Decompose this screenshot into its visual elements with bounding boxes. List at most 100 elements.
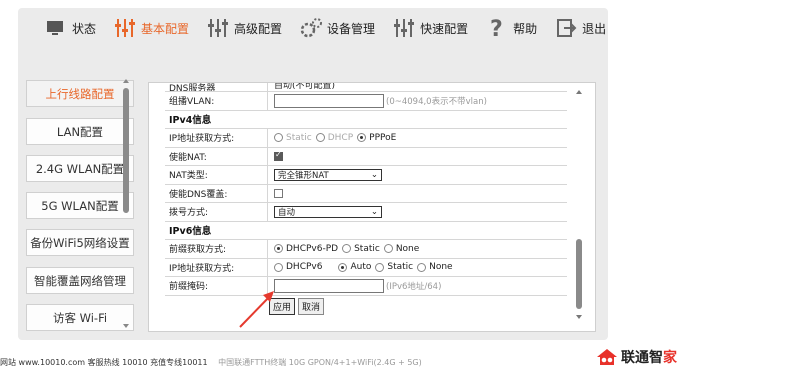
- sidebar-item-uplink[interactable]: 上行线路配置: [26, 80, 134, 107]
- scroll-thumb[interactable]: [123, 88, 129, 213]
- row-multicast-vlan: 组播VLAN: (0~4094,0表示不带vlan): [165, 92, 567, 111]
- field-value: 自动(不可配置): [274, 83, 336, 91]
- sidebar-item-label: 上行线路配置: [45, 86, 115, 101]
- field-label: 使能NAT:: [165, 147, 268, 165]
- footer-contact: 网站 www.10010.com 客服热线 10010 充值专线10011: [0, 358, 208, 367]
- radio-button[interactable]: [357, 133, 367, 143]
- field-label: 使能DNS覆盖:: [165, 184, 268, 202]
- field-label: IP地址获取方式:: [165, 258, 268, 276]
- nav-device-management-label: 设备管理: [327, 21, 376, 36]
- radio-button[interactable]: [342, 244, 352, 254]
- wan-form: DNS服务器 自动(不可配置) 组播VLAN: (0~4094,0表示不带vla…: [165, 83, 567, 318]
- row-ipv4-mode: IP地址获取方式: Static DHCP PPPoE: [165, 129, 567, 148]
- ipv4-section-title: IPv4信息: [165, 110, 567, 129]
- multicast-vlan-hint: (0~4094,0表示不带vlan): [386, 96, 487, 107]
- sliders-icon: [115, 19, 136, 37]
- dial-mode-select[interactable]: 自动 ⌄: [274, 205, 382, 218]
- sidebar-item-guest-wifi[interactable]: 访客 Wi-Fi: [26, 304, 134, 331]
- radio-prefix-static[interactable]: Static: [342, 244, 380, 254]
- nav-status[interactable]: 状态: [45, 17, 96, 39]
- nav-advanced-config[interactable]: 高级配置: [207, 17, 282, 39]
- nav-advanced-config-label: 高级配置: [234, 21, 283, 36]
- chevron-down-icon: ⌄: [370, 169, 378, 180]
- sidebar-item-wlan24[interactable]: 2.4G WLAN配置: [26, 155, 134, 182]
- sliders-icon: [208, 19, 229, 37]
- prefix-mask-hint: (IPv6地址/64): [386, 281, 442, 292]
- scroll-thumb[interactable]: [576, 239, 582, 309]
- radio-button[interactable]: [338, 262, 348, 272]
- sidebar-item-mesh[interactable]: 智能覆盖网络管理: [26, 267, 134, 294]
- row-ipv6-mode: IP地址获取方式: DHCPv6 Auto Static None: [165, 258, 567, 277]
- question-icon: ?: [490, 17, 503, 39]
- radio-dhcp[interactable]: DHCP: [315, 132, 354, 143]
- radio-ipv6-static[interactable]: Static: [375, 262, 413, 272]
- button-row: 应用 取消: [165, 296, 567, 318]
- cut-row: DNS服务器 自动(不可配置): [165, 83, 567, 92]
- nav-quick-config-label: 快速配置: [420, 21, 469, 36]
- nav-exit[interactable]: 退出: [555, 17, 606, 39]
- sidebar-item-label: 智能覆盖网络管理: [34, 273, 126, 288]
- radio-dhcpv6-pd[interactable]: DHCPv6-PD: [274, 244, 338, 254]
- nav-quick-config[interactable]: 快速配置: [393, 17, 468, 39]
- row-prefix-mode: 前缀获取方式: DHCPv6-PD Static None: [165, 240, 567, 259]
- exit-icon: [557, 19, 577, 37]
- sidebar-item-wlan5[interactable]: 5G WLAN配置: [26, 192, 134, 219]
- field-label: 前缀获取方式:: [165, 240, 268, 258]
- radio-pppoe[interactable]: PPPoE: [357, 133, 396, 143]
- dns-override-checkbox[interactable]: [274, 188, 283, 198]
- nav-device-management[interactable]: 设备管理: [300, 17, 375, 39]
- radio-label: Static: [354, 243, 380, 254]
- scroll-down-icon[interactable]: [576, 315, 582, 319]
- radio-button[interactable]: [315, 133, 325, 143]
- sidebar-item-lan[interactable]: LAN配置: [26, 118, 134, 145]
- radio-ipv6-none[interactable]: None: [417, 262, 453, 272]
- sidebar-item-label: 访客 Wi-Fi: [52, 310, 108, 325]
- scroll-up-icon[interactable]: [576, 90, 582, 94]
- nat-enable-checkbox[interactable]: [274, 150, 283, 161]
- sidebar-scrollbar[interactable]: [121, 76, 131, 332]
- radio-label: DHCPv6: [286, 262, 323, 273]
- nav-help[interactable]: ? 帮助: [486, 17, 537, 39]
- cancel-button[interactable]: 取消: [298, 298, 325, 315]
- apply-button[interactable]: 应用: [269, 298, 296, 315]
- radio-label: Static: [286, 132, 312, 143]
- scroll-down-icon[interactable]: [123, 324, 129, 328]
- nav-status-label: 状态: [72, 21, 97, 36]
- content-frame: DNS服务器 自动(不可配置) 组播VLAN: (0~4094,0表示不带vla…: [148, 82, 596, 332]
- radio-button[interactable]: [375, 262, 385, 272]
- field-label: DNS服务器: [165, 83, 268, 91]
- sidebar-item-label: 2.4G WLAN配置: [35, 161, 125, 176]
- content-scrollbar[interactable]: [574, 86, 584, 322]
- nav-basic-config[interactable]: 基本配置: [114, 17, 189, 39]
- sidebar-item-label: LAN配置: [56, 124, 104, 139]
- unicom-logo-icon: [597, 349, 617, 365]
- scroll-up-icon[interactable]: [123, 79, 129, 83]
- footer: 网站 www.10010.com 客服热线 10010 充值专线10011 中国…: [0, 357, 422, 368]
- radio-prefix-none[interactable]: None: [383, 244, 419, 254]
- field-label: 前缀掩码:: [165, 277, 268, 295]
- select-value: 完全锥形NAT: [278, 170, 329, 181]
- field-label: 拨号方式:: [165, 203, 268, 221]
- select-value: 自动: [278, 207, 296, 218]
- radio-button[interactable]: [274, 244, 283, 254]
- radio-label: DHCPv6-PD: [286, 243, 339, 254]
- radio-button[interactable]: [383, 244, 393, 254]
- radio-auto[interactable]: Auto: [338, 262, 371, 272]
- row-prefix-mask: 前缀掩码: (IPv6地址/64): [165, 277, 567, 296]
- radio-dhcpv6[interactable]: DHCPv6: [274, 262, 322, 272]
- sidebar-item-label: 备份WiFi5网络设置: [30, 235, 130, 250]
- radio-button[interactable]: [274, 133, 283, 143]
- row-dial-mode: 拨号方式: 自动 ⌄: [165, 203, 567, 222]
- prefix-mask-input[interactable]: [274, 278, 384, 293]
- radio-button[interactable]: [417, 262, 427, 272]
- field-label: NAT类型:: [165, 166, 268, 184]
- multicast-vlan-input[interactable]: [274, 93, 384, 108]
- nat-type-select[interactable]: 完全锥形NAT ⌄: [274, 168, 382, 181]
- sliders-icon: [394, 19, 415, 37]
- sidebar-item-wifi5-backup[interactable]: 备份WiFi5网络设置: [26, 229, 134, 256]
- radio-button[interactable]: [274, 262, 283, 272]
- radio-label: DHCP: [327, 132, 354, 143]
- ipv6-section-title: IPv6信息: [165, 221, 567, 240]
- radio-static[interactable]: Static: [274, 133, 312, 143]
- nav-exit-label: 退出: [582, 21, 607, 36]
